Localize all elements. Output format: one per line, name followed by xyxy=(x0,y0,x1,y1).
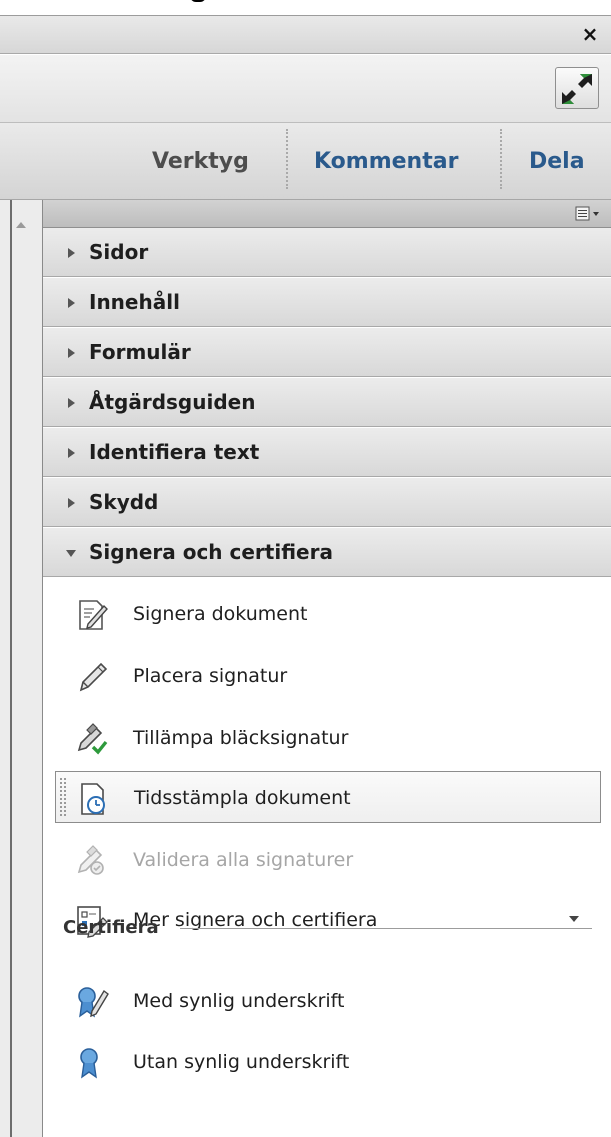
section-label: Signera och certifiera xyxy=(89,540,333,564)
panel-toolbar xyxy=(0,55,611,123)
validate-signatures-icon xyxy=(77,845,104,875)
tool-label: Signera dokument xyxy=(133,603,308,625)
tool-label: Med synlig underskrift xyxy=(133,990,345,1012)
section-formular[interactable]: Formulär xyxy=(43,328,611,377)
panel-close-bar: × xyxy=(0,15,611,54)
scrollbar-rail xyxy=(10,200,12,1137)
tool-utan-synlig-underskrift[interactable]: Utan synlig underskrift xyxy=(55,1036,601,1088)
section-label: Åtgärdsguiden xyxy=(89,390,256,414)
expand-icon xyxy=(562,74,592,104)
title-glyph-fragment xyxy=(190,0,300,14)
panel-header xyxy=(43,200,611,228)
collapsed-arrow-icon xyxy=(68,498,75,508)
chevron-down-icon[interactable] xyxy=(569,916,579,922)
section-label: Innehåll xyxy=(89,290,180,314)
ink-signature-icon xyxy=(77,723,108,755)
close-icon[interactable]: × xyxy=(579,23,601,45)
section-sidor[interactable]: Sidor xyxy=(43,228,611,277)
section-label: Formulär xyxy=(89,340,191,364)
expand-button[interactable] xyxy=(555,67,599,109)
tool-tillampa-blacksignatur[interactable]: Tillämpa bläcksignatur xyxy=(55,712,601,764)
section-label: Skydd xyxy=(89,490,159,514)
section-innehall[interactable]: Innehåll xyxy=(43,278,611,327)
tool-label: Utan synlig underskrift xyxy=(133,1051,350,1073)
drag-grip-icon[interactable] xyxy=(60,778,66,816)
tab-bar: Verktyg Kommentar Dela xyxy=(0,123,611,200)
collapsed-arrow-icon xyxy=(68,248,75,258)
section-identifiera-text[interactable]: Identifiera text xyxy=(43,428,611,477)
scrollbar-track[interactable] xyxy=(0,200,42,1137)
section-skydd[interactable]: Skydd xyxy=(43,478,611,527)
tools-panel: Sidor Innehåll Formulär Åtgärdsguiden Id… xyxy=(42,200,611,1137)
tool-validera-alla-signaturer[interactable]: Validera alla signaturer xyxy=(55,834,601,886)
ribbon-pen-icon xyxy=(78,987,109,1018)
scroll-up-arrow-icon[interactable] xyxy=(16,222,26,228)
collapsed-arrow-icon xyxy=(68,398,75,408)
panel-options-button[interactable] xyxy=(573,205,603,223)
tab-divider xyxy=(286,129,288,189)
tool-tidsstampla-dokument[interactable]: Tidsstämpla dokument xyxy=(55,771,601,823)
window-title-fragment xyxy=(0,0,611,15)
section-label: Identifiera text xyxy=(89,440,260,464)
tool-label: Validera alla signaturer xyxy=(133,849,354,871)
ribbon-icon xyxy=(80,1048,98,1079)
sign-document-icon xyxy=(79,600,108,630)
pen-icon xyxy=(79,662,108,692)
section-signera-och-certifiera[interactable]: Signera och certifiera xyxy=(43,528,611,577)
collapsed-arrow-icon xyxy=(68,348,75,358)
tool-signera-dokument[interactable]: Signera dokument xyxy=(55,588,601,640)
tool-label: Mer signera och certifiera xyxy=(133,909,378,931)
section-atgardsguiden[interactable]: Åtgärdsguiden xyxy=(43,378,611,427)
tab-kommentar[interactable]: Kommentar xyxy=(314,143,458,181)
expanded-arrow-icon xyxy=(66,550,76,557)
timestamp-icon xyxy=(81,783,105,815)
collapsed-arrow-icon xyxy=(68,448,75,458)
tab-dela[interactable]: Dela xyxy=(529,143,585,181)
tool-med-synlig-underskrift[interactable]: Med synlig underskrift xyxy=(55,975,601,1027)
tab-verktyg[interactable]: Verktyg xyxy=(152,143,249,181)
tool-label: Tillämpa bläcksignatur xyxy=(133,727,349,749)
tool-label: Placera signatur xyxy=(133,665,288,687)
group-divider xyxy=(180,928,592,929)
tool-placera-signatur[interactable]: Placera signatur xyxy=(55,650,601,702)
section-label: Sidor xyxy=(89,240,149,264)
tool-label: Tidsstämpla dokument xyxy=(134,787,351,809)
tab-divider xyxy=(500,129,502,189)
collapsed-arrow-icon xyxy=(68,298,75,308)
certifiera-heading: Certifiera xyxy=(63,917,159,938)
list-options-icon xyxy=(575,206,599,221)
